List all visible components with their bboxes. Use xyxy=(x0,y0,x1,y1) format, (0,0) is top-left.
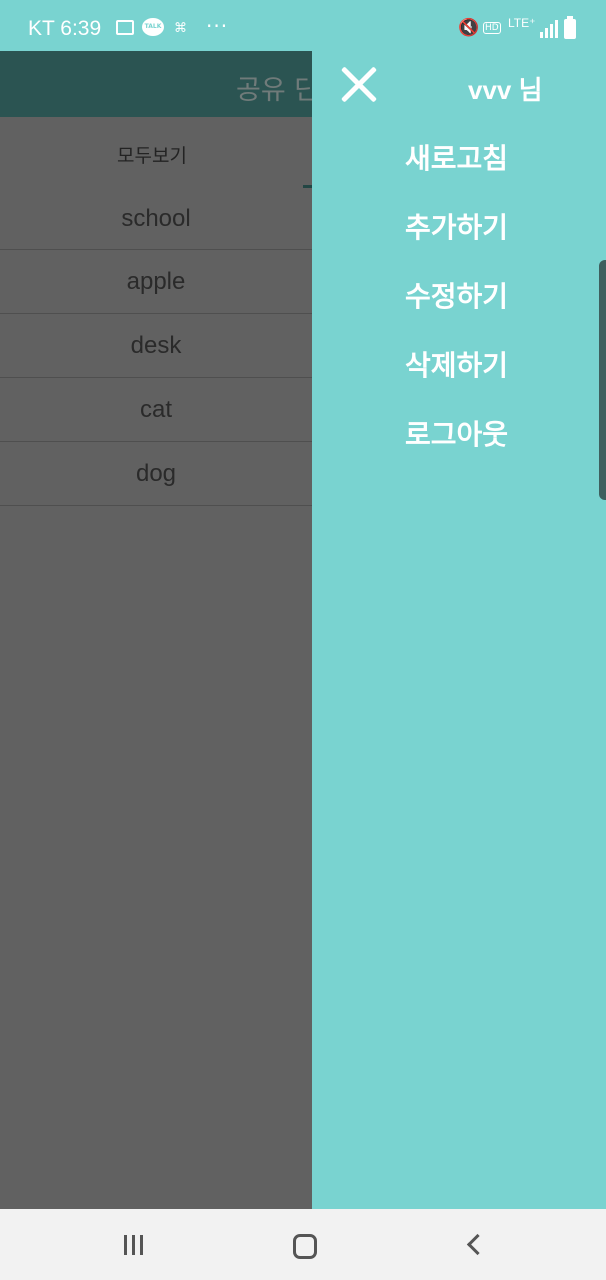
hd-voice-icon: HD xyxy=(483,22,501,34)
status-bar: KT 6:39 TALK ⌘ ··· 🔇 HD LTE⁺ xyxy=(0,0,606,51)
user-name: vvv 님 xyxy=(468,75,543,105)
menu-item-edit[interactable]: 수정하기 xyxy=(405,275,508,315)
kakaotalk-notification-icon: TALK xyxy=(142,18,164,36)
tab-row: 모두보기 xyxy=(0,117,313,188)
system-nav-bar xyxy=(0,1209,606,1280)
list-item[interactable]: cat xyxy=(0,378,312,442)
more-notifications-icon: ··· xyxy=(206,14,229,38)
list-item[interactable]: apple xyxy=(0,250,312,314)
app-title: 공유 단 xyxy=(236,75,320,106)
lte-icon: LTE⁺ xyxy=(508,16,536,30)
carrier-time: KT 6:39 xyxy=(28,17,102,40)
navigation-drawer: vvv 님 새로고침 추가하기 수정하기 삭제하기 로그아웃 xyxy=(312,51,606,1209)
signal-icon xyxy=(540,20,558,38)
menu-item-add[interactable]: 추가하기 xyxy=(405,206,508,246)
list-item[interactable]: dog xyxy=(0,442,312,506)
list-item[interactable]: school xyxy=(0,188,312,250)
list-item[interactable]: desk xyxy=(0,314,312,378)
menu-item-logout[interactable]: 로그아웃 xyxy=(405,413,508,453)
battery-icon xyxy=(564,16,576,39)
tab-view-all[interactable]: 모두보기 xyxy=(0,141,304,168)
word-list: school apple desk cat dog xyxy=(0,188,312,506)
gallery-notification-icon xyxy=(116,20,134,35)
recent-apps-icon[interactable] xyxy=(124,1235,146,1255)
edge-panel-handle[interactable] xyxy=(599,260,606,500)
close-icon[interactable] xyxy=(338,63,380,105)
home-icon[interactable] xyxy=(293,1234,317,1259)
app-notification-icon: ⌘ xyxy=(174,21,187,36)
back-icon[interactable] xyxy=(466,1233,489,1256)
mute-icon: 🔇 xyxy=(458,18,480,38)
menu-item-refresh[interactable]: 새로고침 xyxy=(405,137,508,177)
menu-item-delete[interactable]: 삭제하기 xyxy=(405,344,508,384)
